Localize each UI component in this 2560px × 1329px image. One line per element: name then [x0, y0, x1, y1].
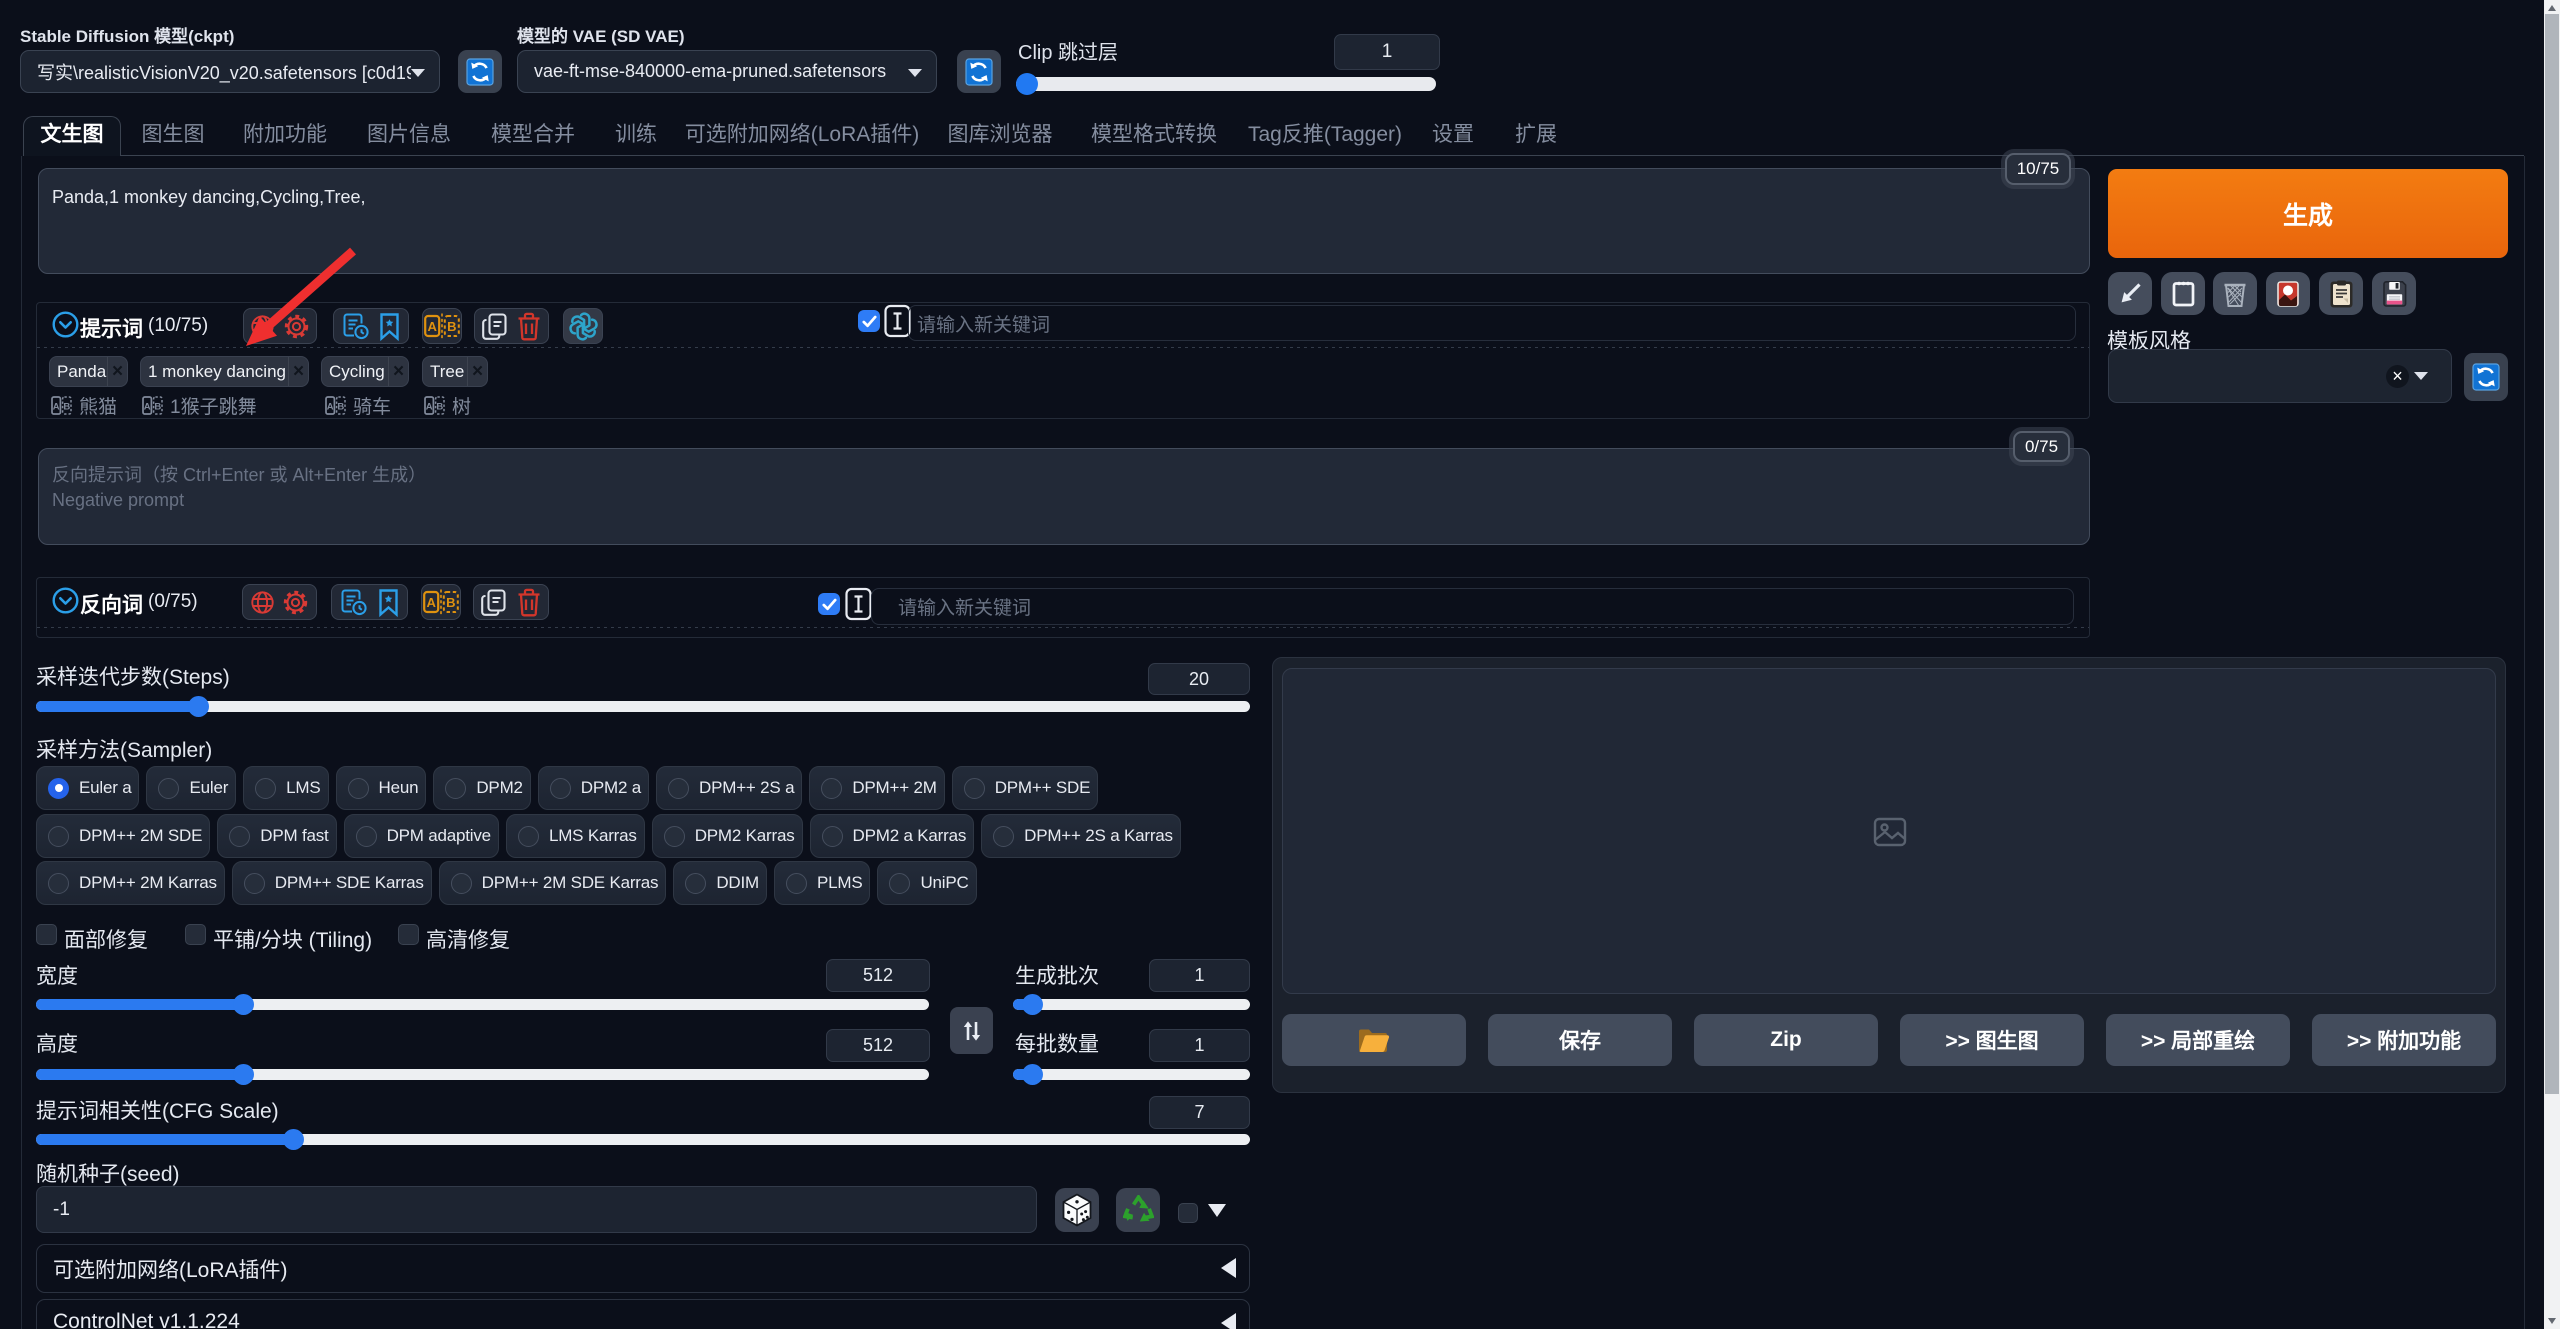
svg-text:B: B — [446, 595, 455, 610]
svg-text:A: A — [427, 595, 437, 610]
svg-text:A: A — [53, 402, 60, 413]
svg-text:B: B — [63, 402, 70, 413]
svg-text:A: A — [426, 402, 433, 413]
svg-text:A: A — [327, 402, 334, 413]
svg-text:A: A — [428, 319, 438, 334]
svg-text:B: B — [337, 402, 344, 413]
svg-text:B: B — [436, 402, 443, 413]
svg-text:B: B — [154, 402, 161, 413]
svg-text:B: B — [447, 319, 456, 334]
svg-text:A: A — [144, 402, 151, 413]
